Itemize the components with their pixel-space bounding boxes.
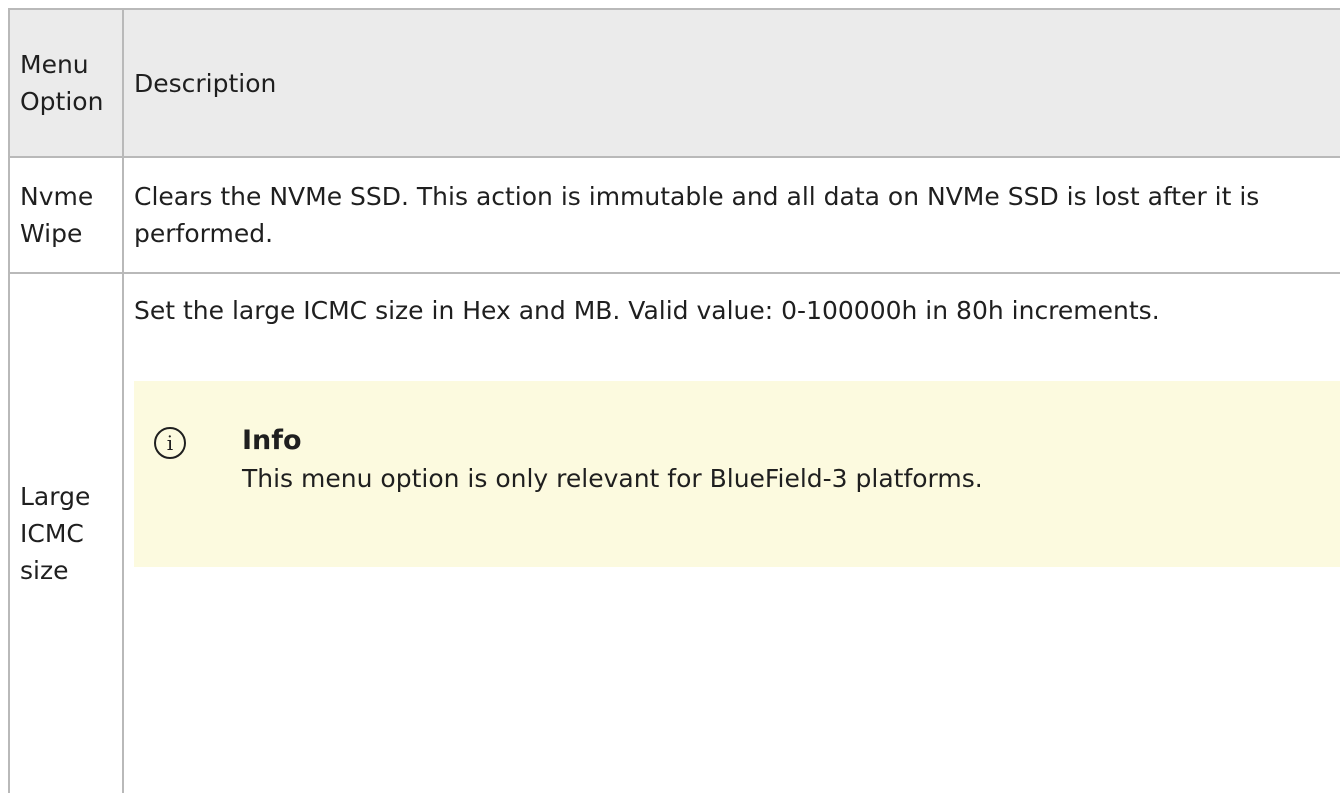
info-callout: i Info This menu option is only relevant… <box>134 381 1340 567</box>
info-title: Info <box>242 425 302 456</box>
row-option-large-icmc-size: Large ICMC size <box>8 272 124 793</box>
menu-options-table: Menu Option Description Nvme Wipe Clears… <box>8 8 1340 793</box>
info-circle-icon: i <box>154 427 186 459</box>
table-header-row: Menu Option Description <box>8 8 1340 158</box>
row-description-large-icmc-size: Set the large ICMC size in Hex and MB. V… <box>122 272 1340 793</box>
large-icmc-description-text: Set the large ICMC size in Hex and MB. V… <box>134 296 1160 325</box>
header-description: Description <box>122 8 1340 158</box>
header-menu-option: Menu Option <box>8 8 124 158</box>
table-row: Nvme Wipe Clears the NVMe SSD. This acti… <box>8 156 1340 274</box>
info-text: This menu option is only relevant for Bl… <box>242 464 983 493</box>
row-description-nvme-wipe: Clears the NVMe SSD. This action is immu… <box>122 156 1340 274</box>
row-option-nvme-wipe: Nvme Wipe <box>8 156 124 274</box>
table-row: Large ICMC size Set the large ICMC size … <box>8 272 1340 793</box>
